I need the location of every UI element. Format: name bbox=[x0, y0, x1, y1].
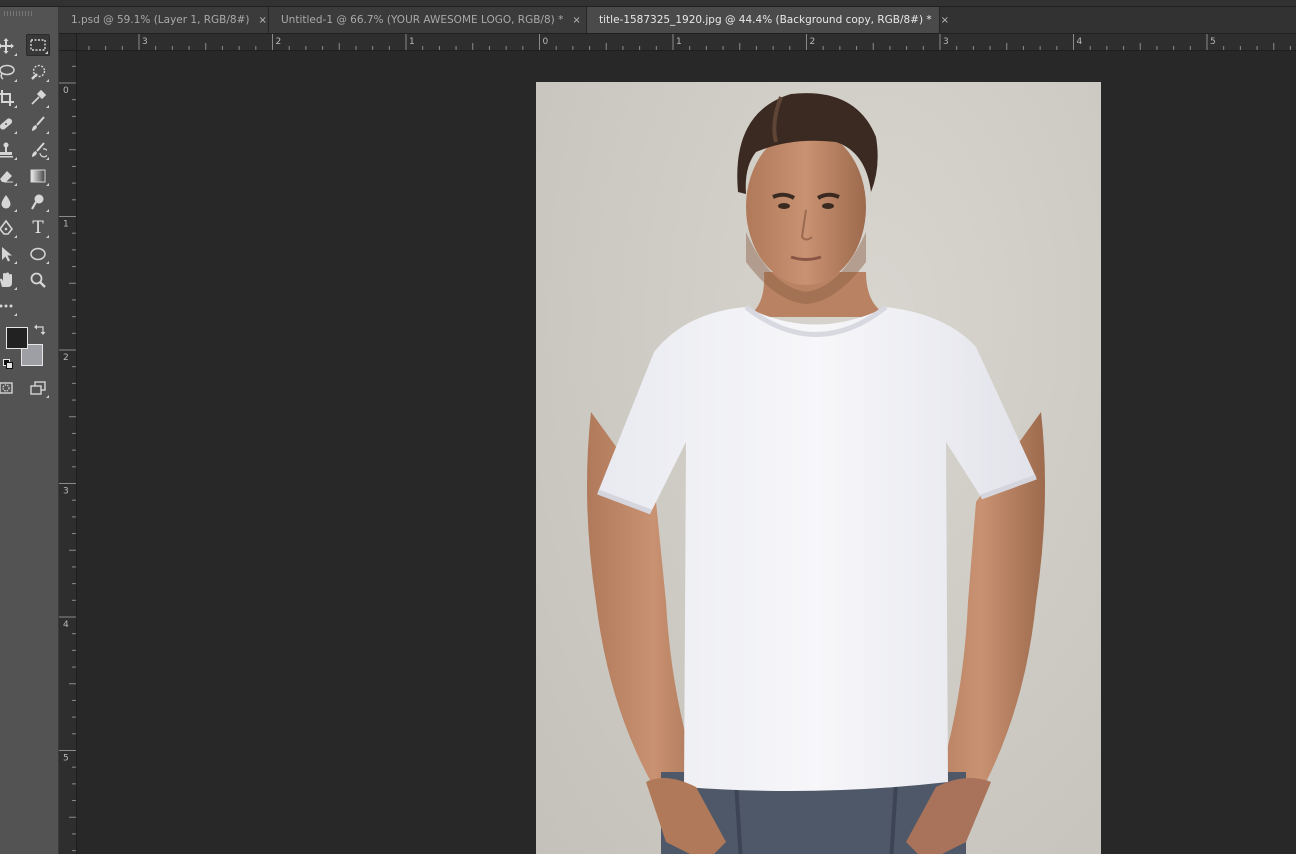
ruler-label: 3 bbox=[142, 37, 148, 47]
document-tab-1[interactable]: 1.psd @ 59.1% (Layer 1, RGB/8#) × bbox=[59, 7, 269, 33]
document-image[interactable] bbox=[536, 82, 1101, 854]
ruler-label: 2 bbox=[276, 37, 282, 47]
ellipse-tool-icon[interactable] bbox=[26, 243, 50, 265]
ruler-label: 1 bbox=[63, 220, 69, 230]
dodge-tool-icon[interactable] bbox=[26, 191, 50, 213]
tab-label: 1.psd @ 59.1% (Layer 1, RGB/8#) bbox=[71, 14, 250, 26]
zoom-tool-icon[interactable] bbox=[26, 269, 50, 291]
lasso-tool-icon[interactable] bbox=[0, 61, 18, 83]
gradient-tool-icon[interactable] bbox=[26, 165, 50, 187]
ruler-label: 0 bbox=[543, 37, 549, 47]
ruler-label: 3 bbox=[943, 37, 949, 47]
close-icon[interactable]: × bbox=[572, 15, 580, 26]
brush-tool-icon[interactable] bbox=[26, 113, 50, 135]
close-icon[interactable]: × bbox=[941, 15, 949, 26]
tab-label: title-1587325_1920.jpg @ 44.4% (Backgrou… bbox=[599, 14, 932, 26]
horizontal-ruler[interactable]: 3 2 1 0 1 2 3 4 5 bbox=[77, 34, 1296, 51]
pen-tool-icon[interactable] bbox=[0, 217, 18, 239]
quick-selection-tool-icon[interactable] bbox=[26, 61, 50, 83]
move-tool-icon[interactable] bbox=[0, 35, 18, 57]
screen-mode-icon[interactable] bbox=[26, 377, 50, 399]
ruler-label: 4 bbox=[63, 620, 69, 630]
path-selection-tool-icon[interactable] bbox=[0, 243, 18, 265]
clone-stamp-tool-icon[interactable] bbox=[0, 139, 18, 161]
quick-mask-icon[interactable] bbox=[0, 377, 18, 399]
hand-tool-icon[interactable] bbox=[0, 269, 18, 291]
ruler-label: 2 bbox=[810, 37, 816, 47]
ruler-label: 1 bbox=[409, 37, 415, 47]
tools-panel: T bbox=[0, 7, 59, 854]
ruler-label: 3 bbox=[63, 487, 69, 497]
ruler-origin[interactable] bbox=[59, 34, 77, 51]
document-tab-bar: 1.psd @ 59.1% (Layer 1, RGB/8#) × Untitl… bbox=[59, 7, 1296, 34]
document-tab-3[interactable]: title-1587325_1920.jpg @ 44.4% (Backgrou… bbox=[587, 7, 949, 33]
ruler-label: 4 bbox=[1077, 37, 1083, 47]
eyedropper-tool-icon[interactable] bbox=[26, 87, 50, 109]
eraser-tool-icon[interactable] bbox=[0, 165, 18, 187]
tab-label: Untitled-1 @ 66.7% (YOUR AWESOME LOGO, R… bbox=[281, 14, 564, 26]
top-strip bbox=[0, 0, 1296, 7]
swap-colors-icon[interactable] bbox=[34, 323, 46, 335]
panel-grip[interactable] bbox=[4, 11, 32, 16]
man-in-white-tshirt-photo bbox=[587, 93, 1045, 854]
ruler-label: 5 bbox=[1210, 37, 1216, 47]
ruler-label: 5 bbox=[63, 754, 69, 764]
ruler-label: 2 bbox=[63, 353, 69, 363]
ruler-label: 0 bbox=[63, 86, 69, 96]
rectangular-marquee-tool-icon[interactable] bbox=[26, 34, 50, 56]
foreground-color-swatch[interactable] bbox=[6, 327, 28, 349]
ruler-label: 1 bbox=[676, 37, 682, 47]
blur-tool-icon[interactable] bbox=[0, 191, 18, 213]
history-brush-tool-icon[interactable] bbox=[26, 139, 50, 161]
close-icon[interactable]: × bbox=[259, 15, 267, 26]
vertical-ruler[interactable]: 0 1 2 3 4 5 bbox=[59, 51, 77, 854]
type-tool-glyph: T bbox=[32, 217, 44, 238]
document-canvas[interactable] bbox=[77, 51, 1296, 854]
default-colors-icon[interactable] bbox=[3, 359, 13, 369]
healing-brush-tool-icon[interactable] bbox=[0, 113, 18, 135]
type-tool-icon[interactable]: T bbox=[26, 217, 50, 239]
edit-toolbar-icon[interactable] bbox=[0, 295, 18, 317]
crop-tool-icon[interactable] bbox=[0, 87, 18, 109]
document-tab-2[interactable]: Untitled-1 @ 66.7% (YOUR AWESOME LOGO, R… bbox=[269, 7, 587, 33]
